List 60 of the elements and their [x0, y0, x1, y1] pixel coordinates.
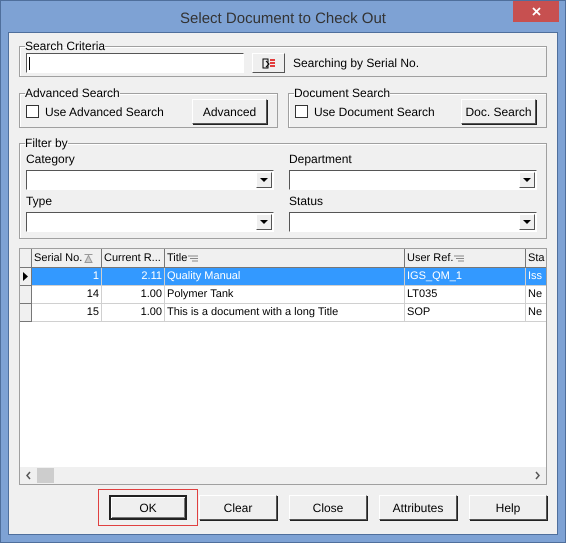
- push-button[interactable]: Attributes: [379, 495, 457, 520]
- checkbox[interactable]: [295, 105, 308, 118]
- table-row[interactable]: 15 1.00 This is a document with a long Title SOP Ne: [20, 304, 546, 322]
- window-title: Select Document to Check Out: [180, 9, 386, 29]
- checkbox-label: Use Document Search: [314, 104, 435, 120]
- filter-icon: [188, 254, 198, 262]
- close-icon: [532, 7, 540, 16]
- search-field[interactable]: [26, 53, 244, 73]
- push-button[interactable]: Clear: [199, 495, 277, 520]
- table-cell: Ne: [526, 286, 546, 304]
- push-button[interactable]: Doc. Search: [461, 99, 536, 124]
- dropdown-field[interactable]: [26, 212, 274, 232]
- push-button[interactable]: OK: [109, 495, 187, 520]
- scrollbar-thumb[interactable]: [37, 468, 54, 483]
- checkbox-label: Use Advanced Search: [45, 104, 164, 120]
- group-label: Document Search: [294, 85, 390, 102]
- table-cell: 15: [32, 304, 102, 322]
- filter-icon: [454, 254, 464, 262]
- field-label: Department: [289, 151, 353, 168]
- horizontal-scrollbar[interactable]: [20, 467, 546, 484]
- table-cell: 14: [32, 286, 102, 304]
- table-cell: This is a document with a long Title: [165, 304, 405, 322]
- push-button[interactable]: Help: [469, 495, 547, 520]
- push-button[interactable]: Close: [289, 495, 367, 520]
- table-cell: 1.00: [102, 304, 165, 322]
- checkbox[interactable]: [26, 105, 39, 118]
- search-mode-text: Searching by Serial No.: [293, 55, 420, 72]
- dropdown-field[interactable]: [289, 212, 537, 232]
- table-cell: 2.11: [102, 268, 165, 286]
- column-header[interactable]: Sta: [526, 249, 546, 267]
- toggle-search-button[interactable]: [252, 53, 285, 73]
- field-label: Status: [289, 193, 324, 210]
- column-header[interactable]: Serial No.: [32, 249, 102, 267]
- table-cell: Iss: [526, 268, 546, 286]
- row-indicator: [20, 286, 32, 304]
- push-button[interactable]: Advanced: [192, 99, 267, 124]
- group-label: Search Criteria: [25, 38, 106, 55]
- row-indicator: [20, 304, 32, 322]
- table-row[interactable]: 14 1.00 Polymer Tank LT035 Ne: [20, 286, 546, 304]
- field-label: Category: [26, 151, 76, 168]
- table-cell: Quality Manual: [165, 268, 405, 286]
- sort-icon: [84, 254, 94, 262]
- field-label: Type: [26, 193, 54, 210]
- group-label: Filter by: [25, 135, 68, 152]
- group-label: Advanced Search: [25, 85, 120, 102]
- current-row-icon: [23, 272, 28, 281]
- table-cell: Ne: [526, 304, 546, 322]
- table-cell: IGS_QM_1: [405, 268, 526, 286]
- table-cell: Polymer Tank: [165, 286, 405, 304]
- table-cell: 1: [32, 268, 102, 286]
- column-header[interactable]: Title: [165, 249, 405, 267]
- list-icon: [262, 58, 276, 68]
- dropdown-field[interactable]: [289, 170, 537, 190]
- dropdown-field[interactable]: [26, 170, 274, 190]
- table-cell: SOP: [405, 304, 526, 322]
- table-cell: LT035: [405, 286, 526, 304]
- close-button[interactable]: [513, 1, 559, 22]
- table-cell: 1.00: [102, 286, 165, 304]
- column-header[interactable]: User Ref.: [405, 249, 526, 267]
- column-header[interactable]: Current R...: [102, 249, 165, 267]
